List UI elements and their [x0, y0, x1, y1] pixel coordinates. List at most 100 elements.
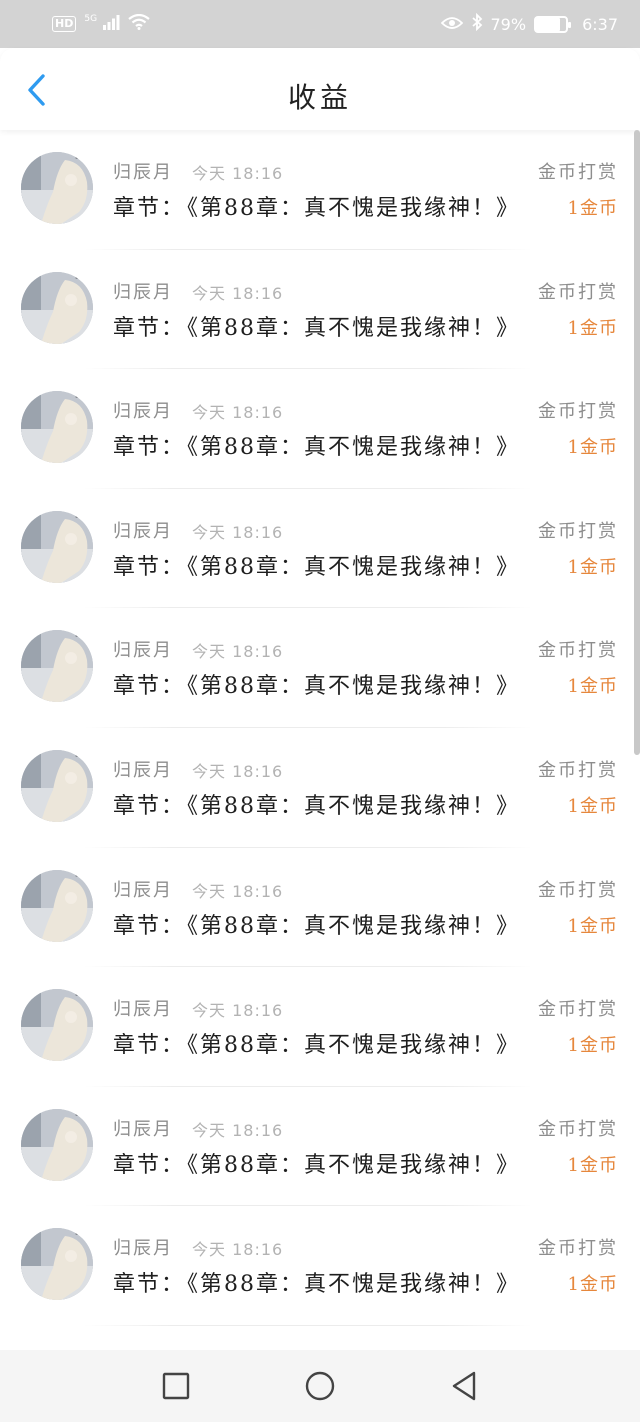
list-item[interactable]: 归辰月 今天 18:16 章节：《第88章：真不愧是我缘神！》 金币打赏 1金币: [0, 967, 640, 1087]
avatar[interactable]: [21, 271, 93, 344]
avatar-image: [21, 869, 93, 942]
chapter-label: 章节：: [113, 1152, 186, 1178]
chapter-title: 《第88章：真不愧是我缘神！》: [187, 554, 521, 580]
sender-name: 归辰月: [113, 520, 173, 542]
chapter-label: 章节：: [113, 1272, 186, 1298]
chapter-title: 《第88章：真不愧是我缘神！》: [187, 435, 521, 461]
status-bar: HD 5G 79% 6:37: [0, 0, 640, 48]
chapter-info: 章节：《第88章：真不愧是我缘神！》: [113, 1027, 520, 1059]
chapter-title: 《第88章：真不愧是我缘神！》: [187, 196, 521, 221]
recents-button[interactable]: [158, 1368, 194, 1404]
sender-name: 归辰月: [113, 401, 173, 423]
header-bar: 收益: [0, 48, 640, 130]
tip-amount: 1金币: [567, 676, 618, 698]
avatar[interactable]: [21, 391, 93, 464]
timestamp: 今天 18:16: [192, 522, 284, 542]
avatar-image: [21, 271, 93, 344]
sender-name: 归辰月: [113, 281, 173, 303]
avatar-image: [21, 152, 93, 224]
chapter-info: 章节：《第88章：真不愧是我缘神！》: [113, 788, 520, 820]
timestamp: 今天 18:16: [192, 1120, 284, 1140]
app-screen: HD 5G 79% 6:37 收益 归辰月 今天 18:16 章节：《第88章：…: [0, 0, 640, 1422]
list-item[interactable]: 归辰月 今天 18:16 章节：《第88章：真不愧是我缘神！》 金币打赏 1金币: [0, 1206, 640, 1326]
tip-amount: 1金币: [567, 1035, 618, 1057]
sender-name: 归辰月: [113, 1118, 173, 1140]
list-item[interactable]: 归辰月 今天 18:16 章节：《第88章：真不愧是我缘神！》 金币打赏 1金币: [0, 489, 640, 609]
avatar[interactable]: [21, 510, 93, 583]
home-button[interactable]: [302, 1368, 338, 1404]
back-triangle-icon: [452, 1371, 476, 1401]
avatar-image: [21, 1108, 93, 1181]
network-type: 5G: [84, 14, 98, 24]
chapter-title: 《第88章：真不愧是我缘神！》: [187, 793, 521, 819]
tip-amount: 1金币: [567, 915, 618, 937]
tip-type: 金币打赏: [538, 999, 618, 1021]
avatar[interactable]: [21, 749, 93, 822]
page-title: 收益: [287, 81, 352, 114]
tip-type: 金币打赏: [538, 759, 618, 781]
chapter-label: 章节：: [113, 913, 186, 939]
tip-type: 金币打赏: [538, 162, 618, 183]
sender-name: 归辰月: [113, 1238, 173, 1260]
tip-type: 金币打赏: [538, 281, 618, 303]
list-item[interactable]: 归辰月 今天 18:16 章节：《第88章：真不愧是我缘神！》 金币打赏 1金币: [0, 250, 640, 370]
timestamp: 今天 18:16: [192, 1240, 284, 1260]
chapter-info: 章节：《第88章：真不愧是我缘神！》: [113, 549, 520, 581]
tip-type: 金币打赏: [538, 520, 618, 542]
list-item[interactable]: 归辰月 今天 18:16 章节：《第88章：真不愧是我缘神！》 金币打赏 1金币: [0, 608, 640, 728]
avatar[interactable]: [21, 152, 93, 224]
earnings-list: 归辰月 今天 18:16 章节：《第88章：真不愧是我缘神！》 金币打赏 1金币…: [0, 130, 640, 1350]
chapter-label: 章节：: [113, 196, 186, 221]
chapter-info: 章节：《第88章：真不愧是我缘神！》: [113, 310, 520, 342]
chapter-label: 章节：: [113, 1033, 186, 1059]
eye-icon: [440, 15, 463, 34]
status-right: 79% 6:37: [440, 12, 618, 35]
chapter-label: 章节：: [113, 674, 186, 700]
avatar-image: [21, 989, 93, 1062]
chapter-info: 章节：《第88章：真不愧是我缘神！》: [113, 1147, 520, 1179]
chapter-info: 章节：《第88章：真不愧是我缘神！》: [113, 190, 520, 222]
back-nav-button[interactable]: [446, 1368, 482, 1404]
avatar-image: [21, 630, 93, 703]
wifi-icon: [128, 13, 150, 34]
sender-name: 归辰月: [113, 162, 173, 183]
avatar-image: [21, 510, 93, 583]
chapter-info: 章节：《第88章：真不愧是我缘神！》: [113, 908, 520, 940]
hd-icon: HD: [52, 16, 77, 32]
chapter-title: 《第88章：真不愧是我缘神！》: [187, 1033, 521, 1059]
timestamp: 今天 18:16: [192, 881, 284, 901]
tip-type: 金币打赏: [538, 1238, 618, 1260]
avatar[interactable]: [21, 1228, 93, 1301]
sender-name: 归辰月: [113, 879, 173, 901]
timestamp: 今天 18:16: [192, 761, 284, 781]
avatar[interactable]: [21, 989, 93, 1062]
avatar[interactable]: [21, 630, 93, 703]
battery-icon: [534, 15, 572, 33]
timestamp: 今天 18:16: [192, 1001, 284, 1021]
tip-amount: 1金币: [567, 317, 618, 339]
chapter-title: 《第88章：真不愧是我缘神！》: [187, 1272, 521, 1298]
chapter-title: 《第88章：真不愧是我缘神！》: [187, 674, 521, 700]
avatar[interactable]: [21, 869, 93, 942]
tip-type: 金币打赏: [538, 1118, 618, 1140]
list-item[interactable]: 归辰月 今天 18:16 章节：《第88章：真不愧是我缘神！》 金币打赏 1金币: [0, 1087, 640, 1207]
tip-type: 金币打赏: [538, 401, 618, 423]
chapter-label: 章节：: [113, 435, 186, 461]
list-item[interactable]: 归辰月 今天 18:16 章节：《第88章：真不愧是我缘神！》 金币打赏 1金币: [0, 369, 640, 489]
clock: 6:37: [582, 14, 618, 34]
scrollbar[interactable]: [634, 130, 640, 755]
chapter-info: 章节：《第88章：真不愧是我缘神！》: [113, 668, 520, 700]
list-item[interactable]: 归辰月 今天 18:16 章节：《第88章：真不愧是我缘神！》 金币打赏 1金币: [0, 728, 640, 848]
sender-name: 归辰月: [113, 999, 173, 1021]
list-item[interactable]: 归辰月 今天 18:16 章节：《第88章：真不愧是我缘神！》 金币打赏 1金币: [0, 130, 640, 250]
chapter-label: 章节：: [113, 793, 186, 819]
chapter-title: 《第88章：真不愧是我缘神！》: [187, 1152, 521, 1178]
chapter-title: 《第88章：真不愧是我缘神！》: [187, 315, 521, 341]
timestamp: 今天 18:16: [192, 164, 284, 183]
avatar[interactable]: [21, 1108, 93, 1181]
tip-amount: 1金币: [567, 437, 618, 459]
chapter-info: 章节：《第88章：真不愧是我缘神！》: [113, 429, 520, 461]
system-nav-bar: [0, 1350, 640, 1422]
tip-amount: 1金币: [567, 198, 618, 219]
list-item[interactable]: 归辰月 今天 18:16 章节：《第88章：真不愧是我缘神！》 金币打赏 1金币: [0, 848, 640, 968]
